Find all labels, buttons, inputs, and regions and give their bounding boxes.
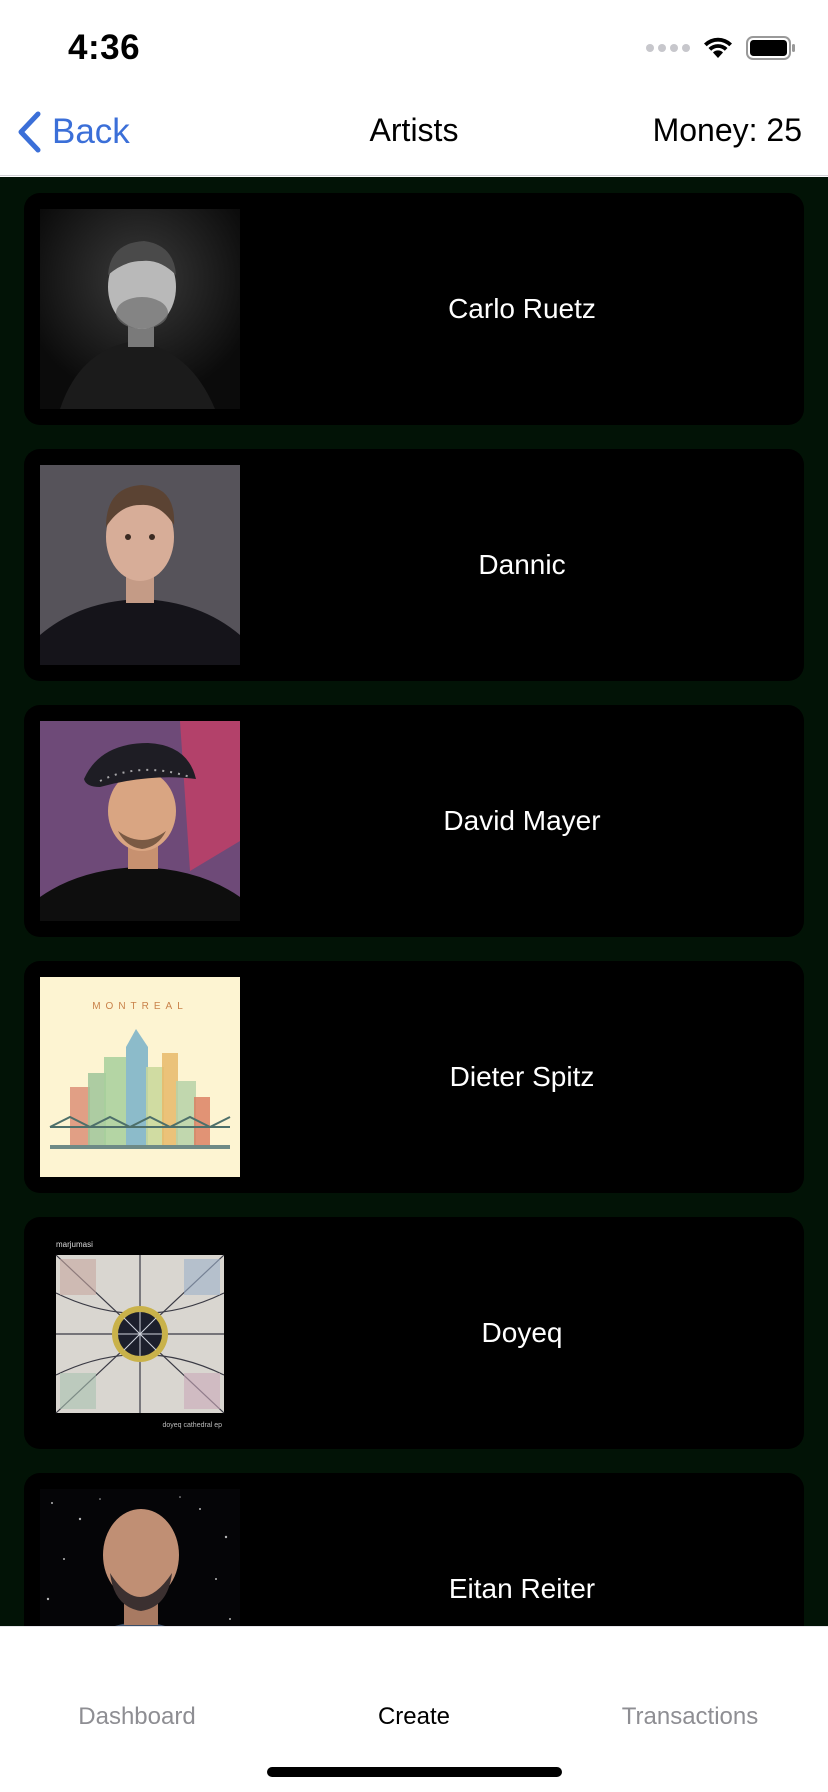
status-time: 4:36 bbox=[68, 28, 141, 67]
status-bar: 4:36 bbox=[0, 0, 828, 88]
artist-name: Eitan Reiter bbox=[448, 1573, 596, 1604]
tab-create[interactable]: Create bbox=[294, 1703, 534, 1731]
tab-dashboard[interactable]: Dashboard bbox=[17, 1703, 257, 1731]
navigation-bar: Back Artists Money: 25 bbox=[0, 88, 828, 176]
artist-card[interactable]: Dannic bbox=[24, 449, 804, 681]
tab-transactions[interactable]: Transactions bbox=[570, 1703, 810, 1731]
cellular-signal-icon bbox=[646, 44, 690, 52]
artist-photo: marjumasi doyeq cathedral ep bbox=[40, 1233, 240, 1433]
artist-photo bbox=[40, 465, 240, 665]
artist-card[interactable]: marjumasi doyeq cathedral ep Doyeq bbox=[24, 1217, 804, 1449]
artist-photo: MONTREAL bbox=[40, 977, 240, 1177]
artist-card[interactable]: Carlo Ruetz bbox=[24, 193, 804, 425]
artist-card[interactable]: Eitan Reiter bbox=[24, 1473, 804, 1626]
battery-icon bbox=[746, 36, 795, 60]
artist-list[interactable]: Carlo Ruetz Dannic David Mayer MONTREAL … bbox=[0, 177, 828, 1626]
artist-name: Carlo Ruetz bbox=[448, 293, 596, 324]
artist-photo bbox=[40, 721, 240, 921]
artist-card[interactable]: MONTREAL Dieter Spitz bbox=[24, 961, 804, 1193]
artist-photo bbox=[40, 209, 240, 409]
wifi-icon bbox=[704, 37, 732, 58]
artist-card[interactable]: David Mayer bbox=[24, 705, 804, 937]
status-icons bbox=[646, 34, 796, 62]
album-cover-text: doyeq cathedral ep bbox=[162, 1422, 222, 1429]
tab-bar: Dashboard Create Transactions bbox=[0, 1626, 828, 1792]
album-cover-text: marjumasi bbox=[56, 1240, 93, 1249]
artist-name: Doyeq bbox=[481, 1317, 563, 1348]
artist-name: Dannic bbox=[478, 549, 566, 580]
album-cover-text: MONTREAL bbox=[92, 1001, 188, 1012]
home-indicator bbox=[267, 1767, 562, 1777]
artist-photo bbox=[40, 1489, 240, 1626]
artist-name: David Mayer bbox=[443, 805, 601, 836]
artist-name: Dieter Spitz bbox=[449, 1061, 595, 1092]
money-balance: Money: 25 bbox=[652, 112, 802, 148]
